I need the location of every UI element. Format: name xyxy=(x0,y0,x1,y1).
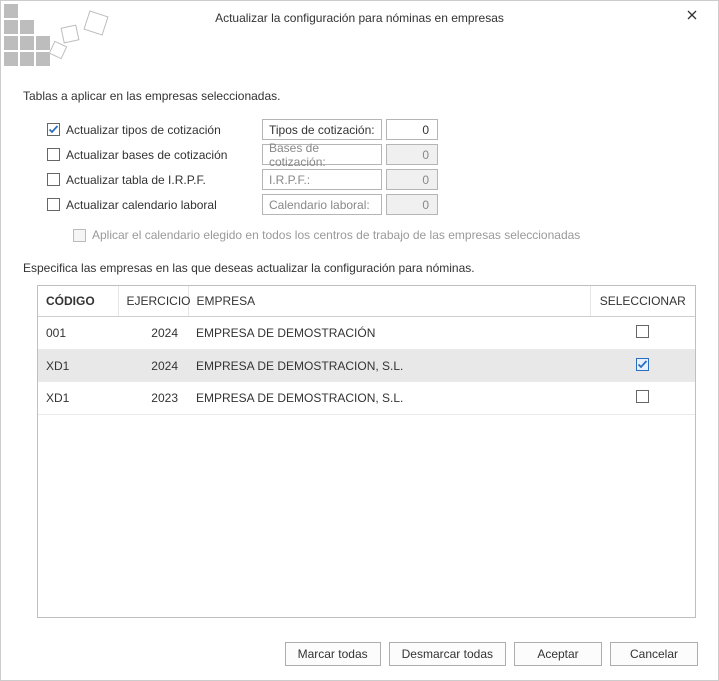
checkbox-bases[interactable] xyxy=(47,148,60,161)
col-header-code[interactable]: CÓDIGO xyxy=(38,286,118,317)
field-irpf-label: I.R.P.F.: xyxy=(262,169,382,190)
table-header-row: CÓDIGO EJERCICIO EMPRESA SELECCIONAR xyxy=(38,286,695,317)
row-select-checkbox[interactable] xyxy=(636,390,649,403)
cell-year: 2023 xyxy=(118,382,188,415)
row-select-checkbox[interactable] xyxy=(636,325,649,338)
field-calendario-value: 0 xyxy=(386,194,438,215)
cancel-button[interactable]: Cancelar xyxy=(610,642,698,666)
cell-company: EMPRESA DE DEMOSTRACIÓN xyxy=(188,317,590,350)
field-bases-value: 0 xyxy=(386,144,438,165)
option-row-bases: Actualizar bases de cotización Bases de … xyxy=(47,142,696,167)
mark-all-button[interactable]: Marcar todas xyxy=(285,642,381,666)
checkbox-apply-all-centers-label: Aplicar el calendario elegido en todos l… xyxy=(92,228,580,242)
checkbox-tipos[interactable] xyxy=(47,123,60,136)
cell-select xyxy=(590,317,695,350)
table-row[interactable]: 0012024EMPRESA DE DEMOSTRACIÓN xyxy=(38,317,695,350)
checkbox-tipos-label: Actualizar tipos de cotización xyxy=(66,123,221,137)
col-header-select[interactable]: SELECCIONAR xyxy=(590,286,695,317)
cell-select xyxy=(590,350,695,382)
cell-code: XD1 xyxy=(38,382,118,415)
unmark-all-button[interactable]: Desmarcar todas xyxy=(389,642,506,666)
table-row[interactable]: XD12024EMPRESA DE DEMOSTRACION, S.L. xyxy=(38,350,695,382)
titlebar: Actualizar la configuración para nóminas… xyxy=(1,1,718,35)
window-title: Actualizar la configuración para nóminas… xyxy=(215,11,504,25)
field-tipos-value[interactable]: 0 xyxy=(386,119,438,140)
cell-select xyxy=(590,382,695,415)
option-row-calendario: Actualizar calendario laboral Calendario… xyxy=(47,192,696,217)
cell-year: 2024 xyxy=(118,317,188,350)
footer-buttons: Marcar todas Desmarcar todas Aceptar Can… xyxy=(285,642,698,666)
option-row-irpf: Actualizar tabla de I.R.P.F. I.R.P.F.: 0 xyxy=(47,167,696,192)
close-button[interactable] xyxy=(672,1,712,29)
cell-code: 001 xyxy=(38,317,118,350)
option-apply-all-centers: Aplicar el calendario elegido en todos l… xyxy=(73,223,696,247)
checkbox-calendario[interactable] xyxy=(47,198,60,211)
field-calendario-label: Calendario laboral: xyxy=(262,194,382,215)
checkbox-calendario-label: Actualizar calendario laboral xyxy=(66,198,217,212)
field-tipos-label: Tipos de cotización: xyxy=(262,119,382,140)
cell-code: XD1 xyxy=(38,350,118,382)
options-group: Actualizar tipos de cotización Tipos de … xyxy=(47,117,696,217)
companies-section-label: Especifica las empresas en las que desea… xyxy=(23,261,696,275)
check-icon xyxy=(637,359,648,370)
col-header-company[interactable]: EMPRESA xyxy=(188,286,590,317)
cell-year: 2024 xyxy=(118,350,188,382)
checkbox-apply-all-centers xyxy=(73,229,86,242)
row-select-checkbox[interactable] xyxy=(636,358,649,371)
check-icon xyxy=(48,124,59,135)
cell-company: EMPRESA DE DEMOSTRACION, S.L. xyxy=(188,350,590,382)
checkbox-irpf[interactable] xyxy=(47,173,60,186)
field-irpf-value: 0 xyxy=(386,169,438,190)
field-bases-label: Bases de cotización: xyxy=(262,144,382,165)
companies-table: CÓDIGO EJERCICIO EMPRESA SELECCIONAR 001… xyxy=(37,285,696,618)
accept-button[interactable]: Aceptar xyxy=(514,642,602,666)
col-header-year[interactable]: EJERCICIO xyxy=(118,286,188,317)
checkbox-irpf-label: Actualizar tabla de I.R.P.F. xyxy=(66,173,206,187)
option-row-tipos: Actualizar tipos de cotización Tipos de … xyxy=(47,117,696,142)
close-icon xyxy=(687,10,697,20)
tables-section-label: Tablas a aplicar en las empresas selecci… xyxy=(23,89,696,103)
cell-company: EMPRESA DE DEMOSTRACION, S.L. xyxy=(188,382,590,415)
checkbox-bases-label: Actualizar bases de cotización xyxy=(66,148,227,162)
table-row[interactable]: XD12023EMPRESA DE DEMOSTRACION, S.L. xyxy=(38,382,695,415)
